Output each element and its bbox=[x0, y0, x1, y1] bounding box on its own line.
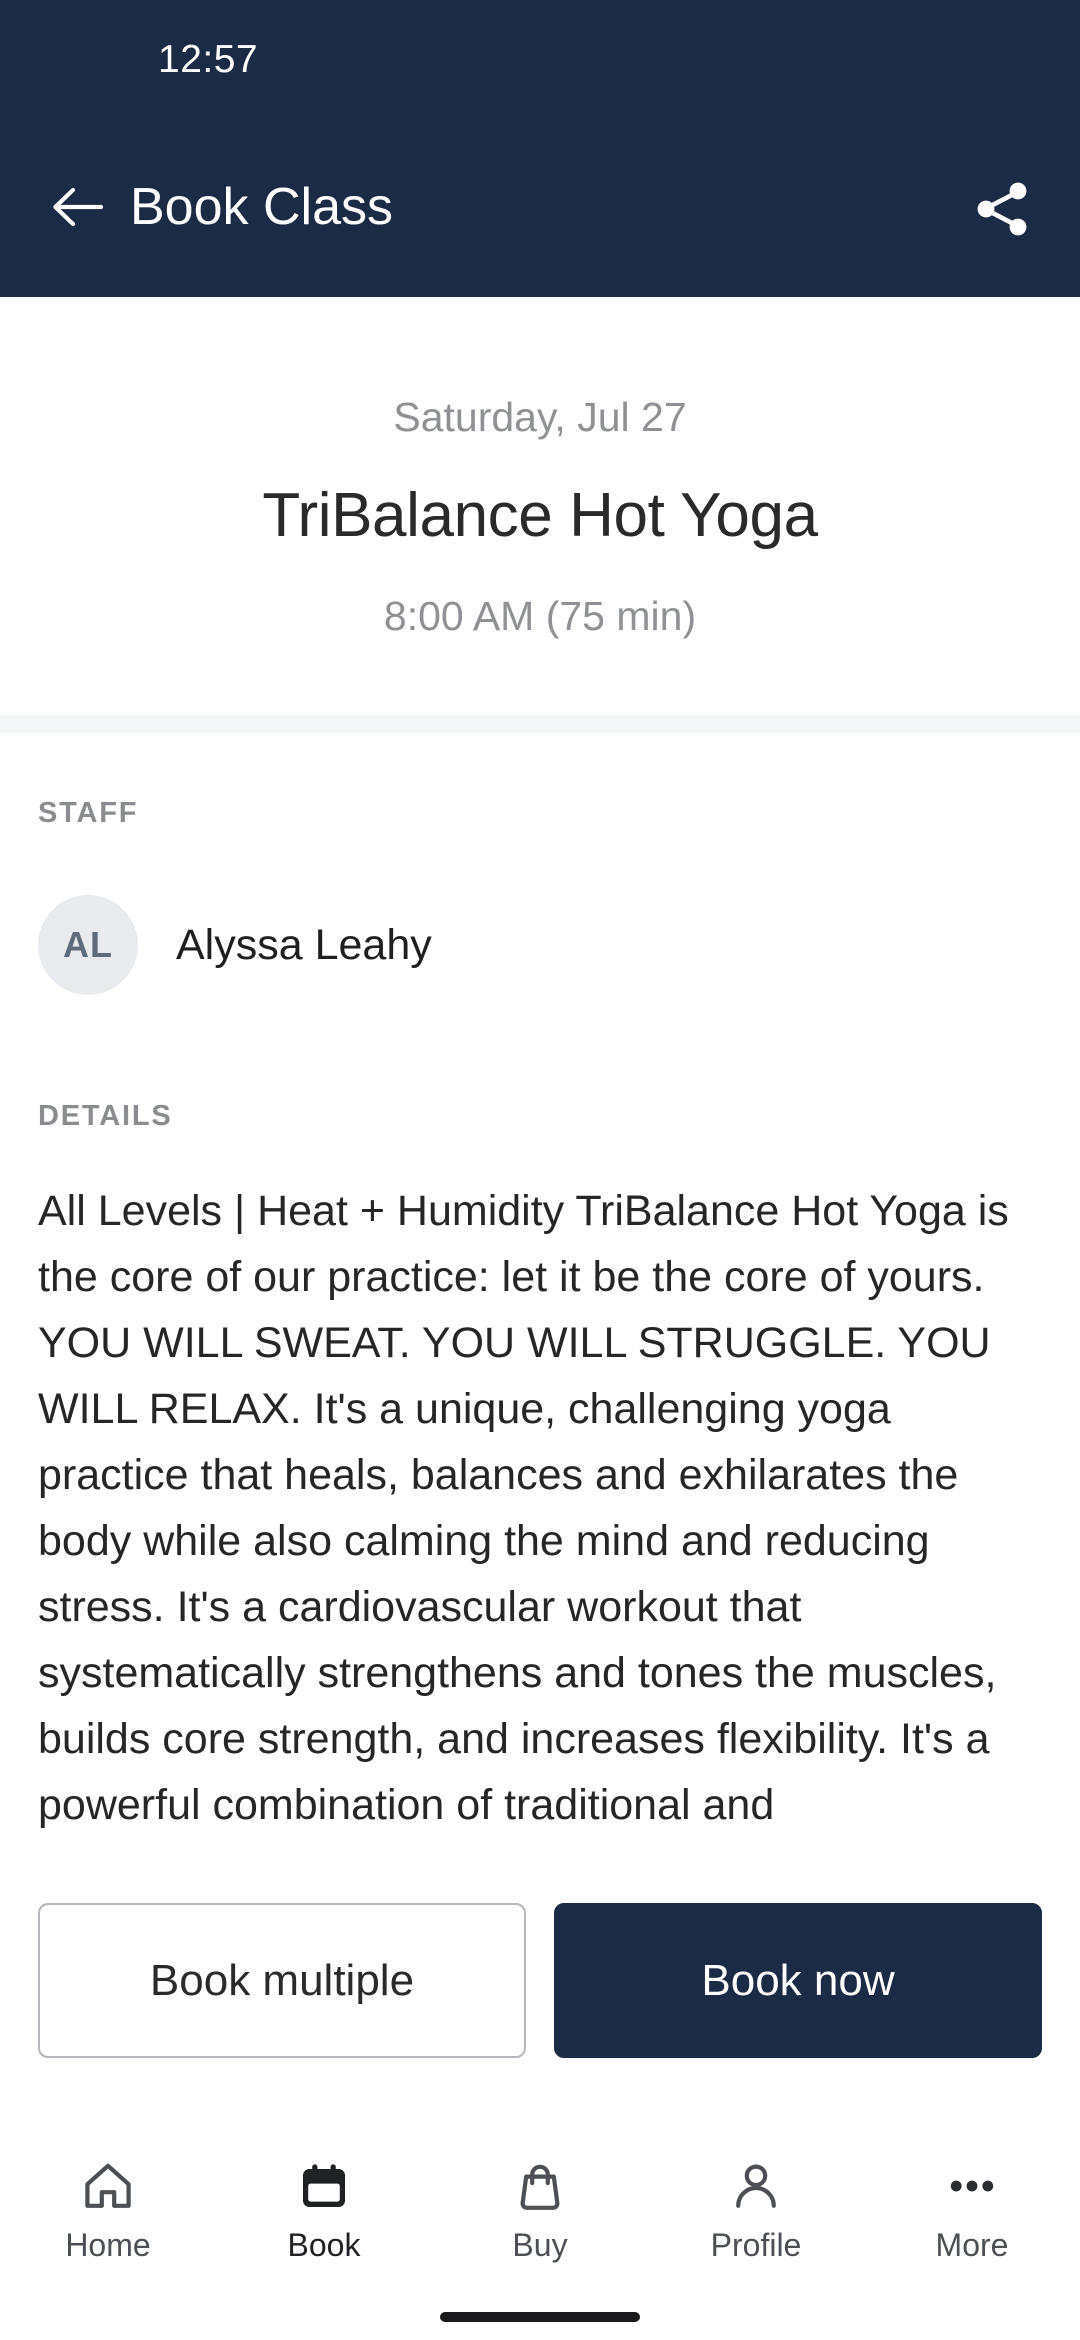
nav-label-book: Book bbox=[287, 2227, 361, 2263]
page-title: Book Class bbox=[130, 178, 393, 236]
nav-item-book[interactable]: Book bbox=[216, 2155, 432, 2265]
class-name: TriBalance Hot Yoga bbox=[262, 481, 818, 550]
nav-label-profile: Profile bbox=[710, 2227, 802, 2263]
nav-label-home: Home bbox=[65, 2227, 151, 2263]
status-bar: 12:57 bbox=[0, 0, 1080, 118]
nav-item-home[interactable]: Home bbox=[0, 2155, 216, 2265]
app-header: 12:57 Book Class bbox=[0, 0, 1080, 297]
section-divider bbox=[0, 715, 1080, 733]
share-button[interactable] bbox=[964, 173, 1042, 245]
ellipsis-icon bbox=[945, 2155, 999, 2217]
class-description: All Levels | Heat + Humidity TriBalance … bbox=[38, 1187, 1009, 1829]
nav-item-profile[interactable]: Profile bbox=[648, 2155, 864, 2265]
class-time: 8:00 AM (75 min) bbox=[383, 593, 697, 639]
staff-section-label: STAFF bbox=[38, 797, 139, 829]
class-date: Saturday, Jul 27 bbox=[393, 394, 687, 440]
book-multiple-button[interactable]: Book multiple bbox=[38, 1903, 526, 2058]
details-section-label: DETAILS bbox=[38, 1100, 173, 1132]
book-now-button[interactable]: Book now bbox=[554, 1903, 1042, 2058]
staff-row[interactable]: AL Alyssa Leahy bbox=[38, 895, 738, 995]
nav-item-buy[interactable]: Buy bbox=[432, 2155, 648, 2265]
back-button[interactable] bbox=[42, 176, 114, 238]
home-icon bbox=[81, 2155, 135, 2217]
avatar: AL bbox=[38, 895, 138, 995]
app-screen: 12:57 Book Class Saturday, Jul 27 TriBal… bbox=[0, 0, 1080, 2340]
bottom-navigation: Home Book Buy Profile More bbox=[0, 2133, 1080, 2340]
calendar-icon bbox=[297, 2155, 351, 2217]
person-icon bbox=[729, 2155, 783, 2217]
arrow-left-icon bbox=[53, 187, 104, 227]
bag-icon bbox=[513, 2155, 567, 2217]
status-bar-time: 12:57 bbox=[158, 38, 259, 81]
home-indicator bbox=[440, 2312, 640, 2322]
nav-label-buy: Buy bbox=[512, 2227, 568, 2263]
nav-item-more[interactable]: More bbox=[864, 2155, 1080, 2265]
share-icon bbox=[977, 182, 1027, 236]
app-bar: Book Class bbox=[0, 118, 1080, 297]
staff-name: Alyssa Leahy bbox=[176, 921, 432, 969]
nav-label-more: More bbox=[935, 2227, 1009, 2263]
action-bar: Book multiple Book now bbox=[0, 1885, 1080, 2133]
class-summary: Saturday, Jul 27 TriBalance Hot Yoga 8:0… bbox=[0, 297, 1080, 715]
